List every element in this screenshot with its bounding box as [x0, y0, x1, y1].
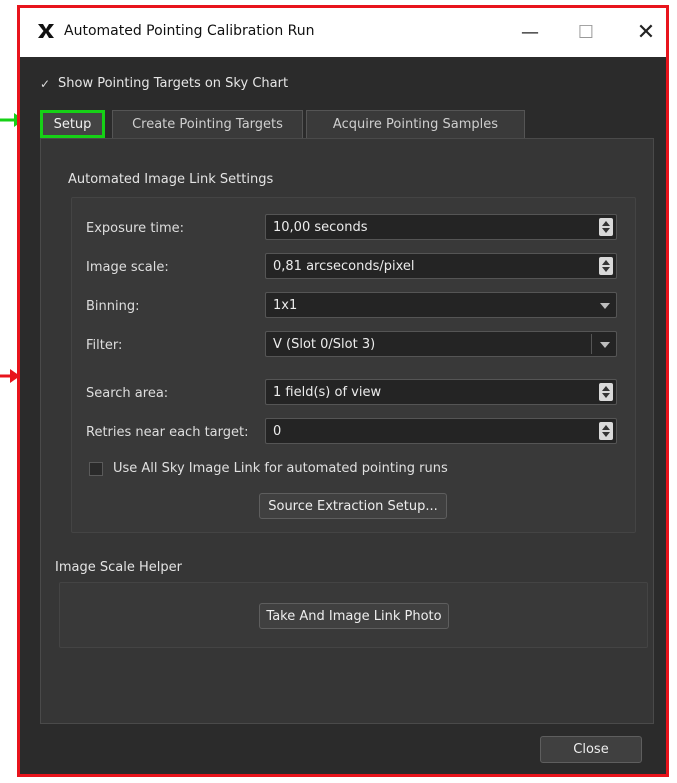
- calibration-run-window: Automated Pointing Calibration Run — ☐ ✕…: [17, 5, 669, 777]
- image-scale-label: Image scale:: [86, 260, 169, 275]
- spin-arrows-icon[interactable]: [599, 218, 613, 236]
- checkbox-box[interactable]: [89, 461, 103, 476]
- retries-spinbox[interactable]: 0: [265, 418, 617, 444]
- image-scale-spinbox[interactable]: 0,81 arcseconds/pixel: [265, 253, 617, 279]
- spin-arrows-icon[interactable]: [599, 422, 613, 440]
- show-targets-label: Show Pointing Targets on Sky Chart: [58, 76, 289, 91]
- filter-label: Filter:: [86, 338, 123, 353]
- combo-separator: [591, 334, 592, 354]
- close-button[interactable]: Close: [540, 736, 642, 763]
- window-title: Automated Pointing Calibration Run: [64, 23, 315, 39]
- setup-panel: Automated Image Link Settings Exposure t…: [40, 138, 654, 724]
- image-scale-helper-title: Image Scale Helper: [55, 560, 182, 575]
- spin-arrows-icon[interactable]: [599, 383, 613, 401]
- retries-label: Retries near each target:: [86, 425, 249, 440]
- image-link-settings-title: Automated Image Link Settings: [68, 172, 274, 187]
- close-window-button[interactable]: ✕: [620, 8, 666, 57]
- exposure-label: Exposure time:: [86, 221, 185, 236]
- maximize-button[interactable]: ☐: [560, 8, 612, 57]
- show-targets-checkbox[interactable]: ✓ Show Pointing Targets on Sky Chart: [40, 76, 288, 91]
- search-area-value: 1 field(s) of view: [273, 384, 382, 400]
- checkmark-icon: ✓: [40, 76, 51, 91]
- tab-setup[interactable]: Setup: [40, 110, 105, 138]
- exposure-value: 10,00 seconds: [273, 219, 368, 235]
- exposure-time-spinbox[interactable]: 10,00 seconds: [265, 214, 617, 240]
- all-sky-checkbox[interactable]: Use All Sky Image Link for automated poi…: [89, 461, 448, 476]
- binning-combobox[interactable]: 1x1: [265, 292, 617, 318]
- title-bar: Automated Pointing Calibration Run — ☐ ✕: [20, 8, 666, 57]
- search-area-spinbox[interactable]: 1 field(s) of view: [265, 379, 617, 405]
- take-image-link-photo-button[interactable]: Take And Image Link Photo: [259, 603, 449, 629]
- filter-value: V (Slot 0/Slot 3): [273, 336, 376, 352]
- image-scale-value: 0,81 arcseconds/pixel: [273, 258, 415, 274]
- minimize-button[interactable]: —: [504, 8, 556, 57]
- binning-value: 1x1: [273, 297, 298, 313]
- chevron-down-icon: [600, 342, 610, 348]
- binning-label: Binning:: [86, 299, 140, 314]
- filter-combobox[interactable]: V (Slot 0/Slot 3): [265, 331, 617, 357]
- search-area-label: Search area:: [86, 386, 169, 401]
- image-link-settings-group: [71, 197, 636, 533]
- retries-value: 0: [273, 423, 282, 439]
- chevron-down-icon: [600, 303, 610, 309]
- spin-arrows-icon[interactable]: [599, 257, 613, 275]
- source-extraction-setup-button[interactable]: Source Extraction Setup...: [259, 493, 447, 519]
- tab-acquire-pointing-samples[interactable]: Acquire Pointing Samples: [306, 110, 525, 138]
- all-sky-label: Use All Sky Image Link for automated poi…: [113, 461, 448, 476]
- tab-create-pointing-targets[interactable]: Create Pointing Targets: [112, 110, 303, 138]
- x-logo-icon: [38, 24, 54, 38]
